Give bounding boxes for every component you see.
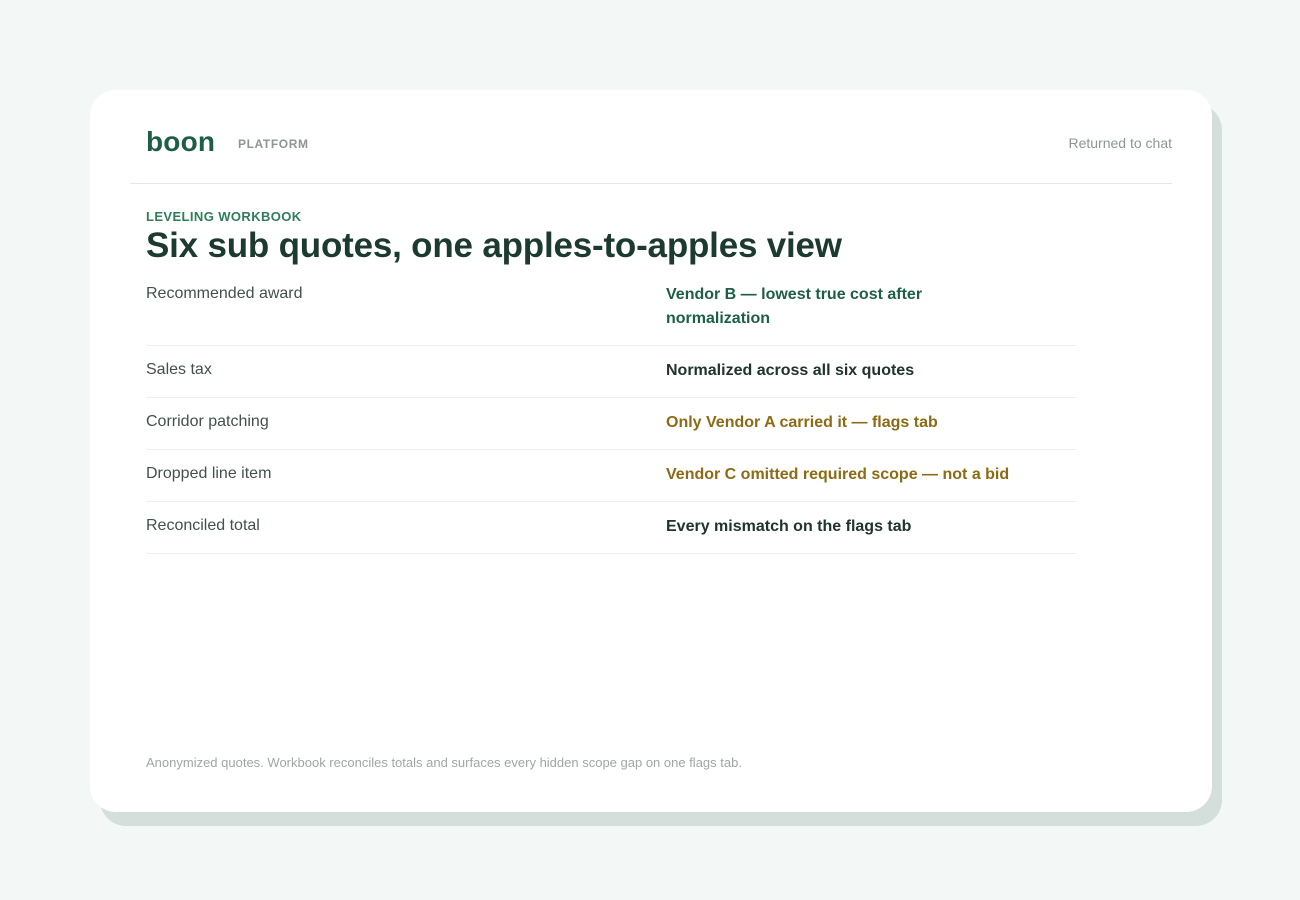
summary-table: Recommended award Vendor B — lowest true… [146, 282, 1076, 554]
row-value: Only Vendor A carried it — flags tab [666, 414, 938, 431]
summary-row-reconciled-total: Reconciled total Every mismatch on the f… [146, 502, 1076, 554]
returned-to-chat-link[interactable]: Returned to chat [1068, 135, 1172, 151]
summary-row-recommended-award: Recommended award Vendor B — lowest true… [146, 282, 1076, 346]
brand-logo[interactable]: boon [146, 126, 215, 158]
row-label: Corridor patching [146, 413, 269, 430]
card-header: boon PLATFORM Returned to chat [130, 90, 1172, 184]
platform-label: PLATFORM [238, 137, 309, 151]
summary-row-dropped-line-item: Dropped line item Vendor C omitted requi… [146, 450, 1076, 502]
row-label: Sales tax [146, 361, 212, 378]
row-value: Vendor B — lowest true cost after normal… [666, 286, 923, 327]
row-value: Vendor C omitted required scope — not a … [666, 466, 1010, 483]
row-value: Normalized across all six quotes [666, 362, 915, 379]
row-label: Recommended award [146, 285, 303, 302]
row-label: Dropped line item [146, 465, 272, 482]
summary-row-corridor-patching: Corridor patching Only Vendor A carried … [146, 398, 1076, 450]
row-value: Every mismatch on the flags tab [666, 518, 912, 535]
page-title: Six sub quotes, one apples-to-apples vie… [146, 226, 842, 265]
workbook-card: boon PLATFORM Returned to chat LEVELING … [90, 90, 1212, 812]
footnote: Anonymized quotes. Workbook reconciles t… [146, 755, 742, 770]
summary-row-sales-tax: Sales tax Normalized across all six quot… [146, 346, 1076, 398]
section-eyebrow: LEVELING WORKBOOK [146, 209, 302, 224]
row-label: Reconciled total [146, 517, 260, 534]
